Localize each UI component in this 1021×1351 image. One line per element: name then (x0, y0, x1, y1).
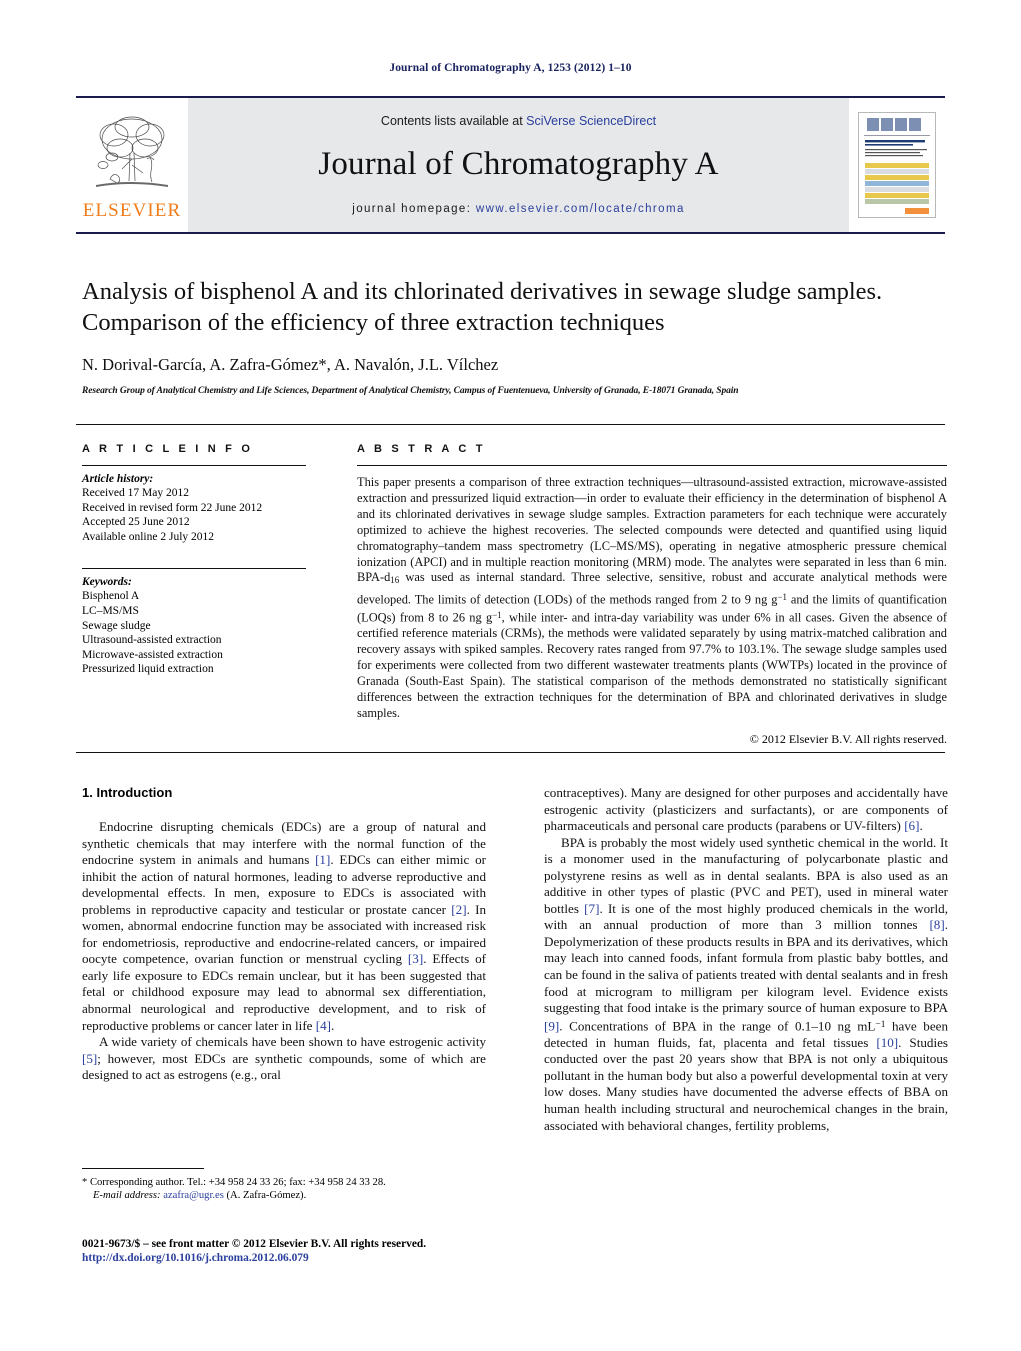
keyword-item: Microwave-assisted extraction (82, 648, 223, 661)
citation-ref-5[interactable]: [5] (82, 1051, 97, 1066)
page-title: Analysis of bisphenol A and its chlorina… (82, 278, 883, 336)
footnote-divider (82, 1168, 204, 1169)
article-info-heading: A R T I C L E I N F O (82, 443, 254, 455)
intro-paragraph-2-continued: contraceptives). Many are designed for o… (544, 785, 948, 835)
article-history-item: Received in revised form 22 June 2012 (82, 501, 263, 514)
masthead-center: Contents lists available at SciVerse Sci… (188, 98, 849, 232)
left-column: 1. Introduction Endocrine disrupting che… (82, 785, 486, 1134)
abstract-divider (357, 465, 947, 466)
p2cont-text-b: . (919, 818, 923, 834)
p2-text-b: ; however, most EDCs are synthetic compo… (82, 1050, 486, 1083)
keyword-item: Sewage sludge (82, 619, 151, 632)
homepage-prefix: journal homepage: (352, 202, 476, 215)
citation-ref-3[interactable]: [3] (408, 951, 423, 966)
p1-text-e: . (331, 1017, 335, 1033)
footnote-email-label: E-mail address: (93, 1190, 161, 1202)
info-rule-top (76, 424, 945, 425)
keyword-item: Pressurized liquid extraction (82, 663, 214, 676)
article-history-item: Available online 2 July 2012 (82, 530, 215, 543)
abstract-copyright: © 2012 Elsevier B.V. All rights reserved… (749, 731, 947, 746)
author-list: N. Dorival-García, A. Zafra-Gómez*, A. N… (82, 355, 948, 375)
intro-paragraph-3: BPA is probably the most widely used syn… (544, 835, 948, 1134)
citation-ref-9[interactable]: [9] (544, 1018, 559, 1033)
title-block: Analysis of bisphenol A and its chlorina… (82, 276, 948, 396)
elsevier-wordmark: ELSEVIER (82, 199, 182, 221)
info-rule-bottom (76, 752, 945, 753)
elsevier-logo: ELSEVIER (76, 98, 188, 232)
article-info-divider (82, 465, 306, 466)
keyword-item: Bisphenol A (82, 590, 140, 603)
abstract-part-1: This paper presents a comparison of thre… (357, 475, 947, 585)
article-history-item: Accepted 25 June 2012 (82, 516, 190, 529)
journal-homepage-line: journal homepage: www.elsevier.com/locat… (352, 203, 684, 215)
p2-text-a: A wide variety of chemicals have been sh… (99, 1034, 486, 1050)
contents-available-line: Contents lists available at SciVerse Sci… (381, 114, 656, 128)
footnote-email-owner: (A. Zafra-Gómez). (223, 1190, 307, 1202)
journal-cover-thumbnail[interactable] (849, 98, 945, 232)
elsevier-tree-icon (96, 116, 168, 187)
footnote-contact-line: * Corresponding author. Tel.: +34 958 24… (82, 1176, 486, 1189)
p3-text-d: . Concentrations of BPA in the range of … (559, 1018, 876, 1034)
keyword-item: Ultrasound-assisted extraction (82, 634, 222, 647)
citation-ref-1[interactable]: [1] (315, 852, 330, 867)
author-names: N. Dorival-García, A. Zafra-Gómez*, A. N… (82, 355, 499, 374)
citation-ref-6[interactable]: [6] (904, 818, 919, 833)
citation-ref-8[interactable]: [8] (929, 917, 944, 932)
journal-masthead: ELSEVIER Contents lists available at Sci… (76, 96, 945, 234)
article-history-label: Article history: (82, 473, 154, 485)
p3-superscript-concentration: −1 (875, 1019, 886, 1030)
keyword-item: LC–MS/MS (82, 604, 139, 617)
keywords-divider (82, 568, 306, 570)
contents-prefix: Contents lists available at (380, 113, 527, 128)
abstract-subscript-d16: 16 (390, 575, 400, 586)
journal-cover-image (858, 112, 936, 218)
p3-text-b: . It is one of the most highly produced … (544, 900, 948, 933)
issn-copyright-line: 0021-9673/$ – see front matter © 2012 El… (82, 1238, 427, 1250)
corresponding-author-footnote: * Corresponding author. Tel.: +34 958 24… (82, 1168, 486, 1203)
citation-ref-2[interactable]: [2] (451, 902, 466, 917)
running-head: Journal of Chromatography A, 1253 (2012)… (389, 62, 632, 74)
abstract-section: A B S T R A C T This paper presents a co… (357, 443, 947, 747)
citation-ref-7[interactable]: [7] (584, 901, 599, 916)
journal-title: Journal of Chromatography A (318, 145, 719, 182)
article-history-item: Received 17 May 2012 (82, 487, 189, 499)
article-info-section: A R T I C L E I N F O Article history: R… (82, 443, 314, 677)
citation-ref-10[interactable]: [10] (876, 1035, 898, 1050)
body-columns: 1. Introduction Endocrine disrupting che… (82, 785, 948, 1134)
footnote-email-line: E-mail address: azafra@ugr.es (A. Zafra-… (82, 1189, 486, 1202)
page-footer: 0021-9673/$ – see front matter © 2012 El… (82, 1238, 582, 1264)
p2cont-text-a: contraceptives). Many are designed for o… (544, 785, 948, 834)
abstract-text: This paper presents a comparison of thre… (357, 475, 947, 722)
abstract-superscript-loq: −1 (492, 609, 502, 620)
abstract-part-4: , while inter- and intra-day variability… (357, 610, 947, 720)
right-column: contraceptives). Many are designed for o… (544, 785, 948, 1134)
paper-page: Journal of Chromatography A, 1253 (2012)… (0, 0, 1021, 1351)
sciencedirect-link[interactable]: SciVerse ScienceDirect (526, 114, 656, 128)
affiliation: Research Group of Analytical Chemistry a… (82, 386, 739, 396)
keywords-label: Keywords: (82, 576, 132, 589)
abstract-heading: A B S T R A C T (357, 443, 486, 455)
intro-paragraph-2: A wide variety of chemicals have been sh… (82, 1034, 486, 1084)
homepage-url-link[interactable]: www.elsevier.com/locate/chroma (476, 203, 685, 215)
doi-link[interactable]: http://dx.doi.org/10.1016/j.chroma.2012.… (82, 1252, 582, 1264)
introduction-heading: 1. Introduction (82, 785, 173, 800)
footnote-email-link[interactable]: azafra@ugr.es (163, 1190, 224, 1201)
citation-ref-4[interactable]: [4] (316, 1018, 331, 1033)
intro-paragraph-1: Endocrine disrupting chemicals (EDCs) ar… (82, 819, 486, 1034)
abstract-superscript-lod: −1 (777, 591, 787, 602)
footnote-contact-text: Corresponding author. Tel.: +34 958 24 3… (87, 1177, 386, 1188)
